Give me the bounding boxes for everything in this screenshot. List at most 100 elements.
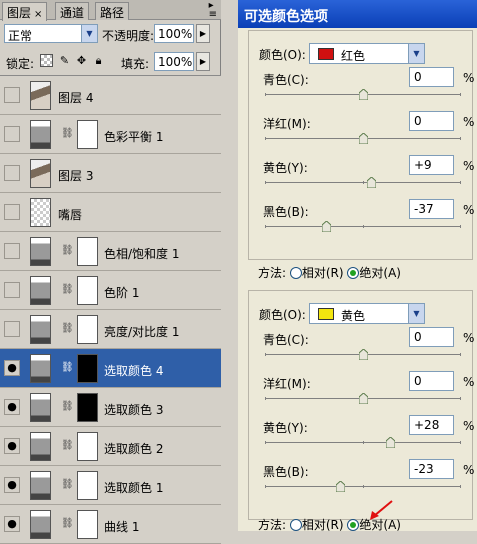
layer-mask-thumbnail[interactable] [77,471,98,500]
slider-tick [362,181,364,184]
color-swatch [318,48,334,60]
layer-row[interactable]: ⛓ 色相/饱和度 1 [0,232,221,271]
slider-track[interactable] [265,133,461,144]
chain-link-icon[interactable]: ⛓ [61,323,74,334]
layer-row[interactable]: ● ⛓ 选取颜色 4 [0,349,221,388]
relative-radio[interactable] [289,519,302,531]
channel-input[interactable]: 0 [409,371,454,391]
visibility-toggle[interactable] [4,165,20,181]
chevron-down-icon[interactable]: ▼ [408,44,424,63]
tab-layers[interactable]: 图层 × [2,2,48,21]
chevron-down-icon[interactable]: ▼ [81,25,97,42]
layer-row[interactable]: ● ⛓ 选取颜色 3 [0,388,221,427]
tab-channels[interactable]: 通道 [55,2,90,20]
panel-menu-icon[interactable]: ▸ ≡ [209,1,217,20]
eye-icon[interactable]: ● [4,516,20,532]
eye-icon[interactable]: ● [4,438,20,454]
chain-link-icon[interactable]: ⛓ [61,128,74,139]
slider-track[interactable] [265,221,461,232]
channel-label: 黄色(Y): [263,161,308,175]
visibility-toggle[interactable] [4,87,20,103]
eye-icon[interactable]: ● [4,360,20,376]
layer-row[interactable]: 图层 3 [0,154,221,193]
opacity-arrow-icon[interactable]: ▶ [196,24,210,43]
visibility-toggle[interactable] [4,243,20,259]
layer-row[interactable]: 嘴唇 [0,193,221,232]
percent-unit: % [463,71,475,85]
fill-input[interactable]: 100% [154,52,194,71]
channel-input[interactable]: 0 [409,67,454,87]
absolute-radio[interactable] [347,519,360,531]
channel-input[interactable]: -23 [409,459,454,479]
layer-mask-thumbnail[interactable] [77,393,98,422]
adjustment-thumbnail [30,432,51,461]
chain-link-icon[interactable]: ⛓ [61,245,74,256]
percent-unit: % [463,331,475,345]
slider-knob[interactable] [358,133,368,144]
layer-mask-thumbnail[interactable] [77,120,98,149]
visibility-toggle[interactable] [4,126,20,142]
channel-input[interactable]: 0 [409,111,454,131]
chain-link-icon[interactable]: ⛓ [61,401,74,412]
layer-row[interactable]: ⛓ 色彩平衡 1 [0,115,221,154]
dialog-title-bar[interactable]: 可选颜色选项 [238,0,477,28]
slider-track[interactable] [265,437,461,448]
layer-row[interactable]: ● ⛓ 选取颜色 1 [0,466,221,505]
layer-mask-thumbnail[interactable] [77,354,98,383]
channel-input[interactable]: +9 [409,155,454,175]
layer-row[interactable]: 图层 4 [0,76,221,115]
slider-track[interactable] [265,89,461,100]
chain-link-icon[interactable]: ⛓ [61,284,74,295]
chevron-down-icon[interactable]: ▼ [408,304,424,323]
layer-name: 色相/饱和度 1 [104,247,180,261]
slider-track[interactable] [265,393,461,404]
chain-link-icon[interactable]: ⛓ [61,362,74,373]
slider-track[interactable] [265,481,461,492]
layer-mask-thumbnail[interactable] [77,510,98,539]
slider-knob[interactable] [336,481,346,492]
channel-input[interactable]: -37 [409,199,454,219]
relative-radio[interactable] [289,267,302,279]
lock-move-icon[interactable]: ✥ [75,54,88,67]
layer-row[interactable]: ● ⛓ 曲线 1 [0,505,221,544]
lock-all-icon[interactable]: 🔒︎ [92,54,105,67]
lock-fill-row: 锁定: ✎ ✥ 🔒︎ 填充: 100% ▶ [0,50,221,72]
layer-mask-thumbnail[interactable] [77,432,98,461]
channel-input[interactable]: +28 [409,415,454,435]
slider-track[interactable] [265,349,461,360]
slider-knob[interactable] [385,437,395,448]
layer-row[interactable]: ⛓ 亮度/对比度 1 [0,310,221,349]
visibility-toggle[interactable] [4,282,20,298]
slider-track[interactable] [265,177,461,188]
channel-input[interactable]: 0 [409,327,454,347]
close-icon[interactable]: × [34,9,42,20]
chain-link-icon[interactable]: ⛓ [61,518,74,529]
slider-knob[interactable] [358,349,368,360]
eye-icon[interactable]: ● [4,399,20,415]
layer-mask-thumbnail[interactable] [77,276,98,305]
lock-brush-icon[interactable]: ✎ [58,54,71,67]
eye-icon[interactable]: ● [4,477,20,493]
layer-mask-thumbnail[interactable] [77,237,98,266]
slider-knob[interactable] [358,393,368,404]
layer-mask-thumbnail[interactable] [77,315,98,344]
lock-transparency-icon[interactable] [40,54,53,67]
chain-link-icon[interactable]: ⛓ [61,479,74,490]
fill-arrow-icon[interactable]: ▶ [196,52,210,71]
tab-paths[interactable]: 路径 [95,2,130,20]
slider-knob[interactable] [322,221,332,232]
visibility-toggle[interactable] [4,204,20,220]
color-select[interactable]: 红色 ▼ [309,43,425,64]
color-select[interactable]: 黄色 ▼ [309,303,425,324]
absolute-radio[interactable] [347,267,360,279]
opacity-input[interactable]: 100% [154,24,194,43]
visibility-toggle[interactable] [4,321,20,337]
blend-mode-select[interactable]: 正常 ▼ [4,24,98,43]
slider-knob[interactable] [367,177,377,188]
percent-unit: % [463,375,475,389]
chain-link-icon[interactable]: ⛓ [61,440,74,451]
slider-knob[interactable] [358,89,368,100]
annotation-arrow-icon [370,500,393,520]
layer-row[interactable]: ● ⛓ 选取颜色 2 [0,427,221,466]
layer-row[interactable]: ⛓ 色阶 1 [0,271,221,310]
